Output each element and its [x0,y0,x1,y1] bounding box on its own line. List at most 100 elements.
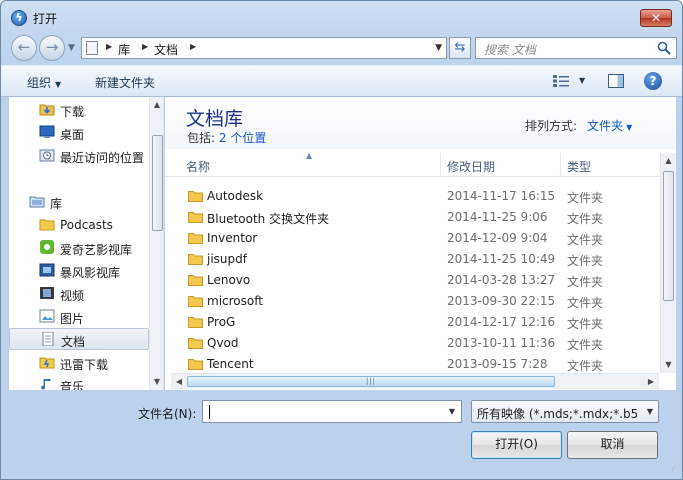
scroll-left-icon[interactable]: ◀ [171,374,187,390]
nav-label: 文档 [61,335,86,349]
folder-icon [188,359,203,370]
table-row[interactable]: Autodesk 2014-11-17 16:15 文件夹 [165,186,660,207]
horizontal-scroll-thumb[interactable]: ||| [187,376,555,387]
documents-icon [42,332,54,346]
window-title: 打开 [33,12,58,26]
scroll-up-icon[interactable]: ▲ [150,97,163,113]
breadcrumb-arrow-icon[interactable]: ▶ [190,42,196,51]
recent-locations-dropdown[interactable]: ▼ [68,43,75,53]
back-button[interactable]: ← [11,35,37,61]
scroll-right-icon[interactable]: ▶ [643,374,659,390]
column-type[interactable]: 类型 [567,158,591,175]
column-divider[interactable] [560,153,561,177]
search-icon[interactable] [657,41,671,55]
address-bar[interactable]: ▶ 库 ▶ 文档 ▶ ▼ [81,37,447,59]
nav-item-downloads[interactable]: 下载 [9,99,149,121]
file-type: 文件夹 [567,275,604,289]
file-name: Tencent [207,357,254,371]
nav-item-desktop[interactable]: 桌面 [9,122,149,144]
file-type-filter[interactable]: 所有映像 (*.mds;*.mdx;*.b5t;* ▼ [471,400,659,423]
nav-scrollbar[interactable]: ▲ ▼ [149,97,163,390]
filename-field[interactable]: ▼ [202,400,462,423]
help-icon[interactable]: ? [644,72,662,90]
table-row[interactable]: Qvod 2013-10-11 11:36 文件夹 [165,333,660,354]
arrange-by: 排列方式: 文件夹 ▼ [525,117,632,134]
table-row[interactable]: Lenovo 2014-03-28 13:27 文件夹 [165,270,660,291]
filename-history-dropdown[interactable]: ▼ [449,407,455,416]
nav-scroll-thumb[interactable] [152,135,163,231]
column-divider[interactable] [440,153,441,177]
nav-item-baofeng[interactable]: 暴风影视库 [9,260,149,282]
download-folder-icon [39,104,55,116]
table-row[interactable]: Inventor 2014-12-09 9:04 文件夹 [165,228,660,249]
breadcrumb-arrow-icon[interactable]: ▶ [106,42,112,51]
arrow-right-icon: → [45,38,59,56]
table-row[interactable]: ProG 2014-12-17 12:16 文件夹 [165,312,660,333]
file-list-scroll-thumb[interactable] [663,171,674,301]
scroll-up-icon[interactable]: ▲ [661,153,676,169]
file-date: 2014-03-28 13:27 [447,273,556,287]
view-mode-icon[interactable] [553,75,569,87]
folder-icon [188,212,203,223]
arrow-left-icon: ← [17,38,31,56]
column-modified[interactable]: 修改日期 [447,158,495,175]
includes-locations-link[interactable]: 2 个位置 [219,131,266,145]
folder-icon [188,338,203,349]
file-name: Inventor [207,231,258,245]
table-row[interactable]: microsoft 2013-09-30 22:15 文件夹 [165,291,660,312]
dialog-footer: 文件名(N): ▼ 所有映像 (*.mds;*.mdx;*.b5t;* ▼ 打开… [1,391,682,479]
table-row[interactable]: Bluetooth 交换文件夹 2014-11-25 9:06 文件夹 [165,207,660,228]
file-date: 2014-12-17 12:16 [447,315,556,329]
xunlei-icon [39,357,55,369]
file-name: Qvod [207,336,239,350]
horizontal-scrollbar[interactable]: ◀ ||| ▶ [171,373,659,389]
breadcrumb-arrow-icon[interactable]: ▶ [142,42,148,51]
close-button[interactable]: ✕ [640,9,672,27]
nav-item-videos[interactable]: 视频 [9,283,149,305]
nav-label: 桌面 [60,128,85,142]
file-type: 文件夹 [567,212,604,226]
search-placeholder: 搜索 文档 [484,43,536,57]
nav-item-music[interactable]: 音乐 [9,374,149,390]
table-row[interactable]: jisupdf 2014-11-25 10:49 文件夹 [165,249,660,270]
view-options-dropdown[interactable]: ▼ [579,76,585,85]
search-input[interactable]: 搜索 文档 [475,37,677,59]
scroll-down-icon[interactable]: ▼ [661,357,676,373]
open-button[interactable]: 打开(O) [471,431,562,459]
nav-label: 下载 [60,105,85,119]
nav-item-recent[interactable]: 最近访问的位置 [9,145,149,167]
nav-item-libraries[interactable]: 库 [9,191,149,213]
folder-icon [188,191,203,202]
file-type: 文件夹 [567,296,604,310]
resize-grip-icon[interactable]: ⋰ [669,466,679,476]
file-type: 文件夹 [567,254,604,268]
file-type: 文件夹 [567,338,604,352]
nav-item-iqiyi[interactable]: 爱奇艺影视库 [9,237,149,259]
library-includes: 包括: 2 个位置 [187,129,266,146]
nav-item-documents[interactable]: 文档 [9,328,149,350]
organize-button[interactable]: 组织 ▼ [27,74,61,91]
nav-item-xunlei[interactable]: 迅雷下载 [9,352,149,374]
arrange-by-dropdown[interactable]: 文件夹 [587,119,623,133]
breadcrumb-library[interactable]: 库 [118,41,130,58]
file-date: 2014-11-25 10:49 [447,252,556,266]
table-row[interactable]: Tencent 2013-09-15 7:28 文件夹 [165,354,660,375]
nav-item-pictures[interactable]: 图片 [9,306,149,328]
refresh-button[interactable]: ⇆ [449,37,471,59]
file-list-scrollbar[interactable]: ▲ ▼ [660,153,676,373]
video-library-icon [39,263,55,277]
column-name[interactable]: 名称 [186,158,210,175]
nav-item-podcasts[interactable]: Podcasts [9,214,149,236]
address-history-dropdown[interactable]: ▼ [435,43,442,53]
title-bar[interactable]: ϟ 打开 ✕ [1,1,682,33]
breadcrumb-documents[interactable]: 文档 [154,41,178,58]
new-folder-button[interactable]: 新建文件夹 [95,74,155,91]
forward-button[interactable]: → [39,35,65,61]
chevron-down-icon: ▼ [55,80,62,89]
address-row: ← → ▼ ▶ 库 ▶ 文档 ▶ ▼ ⇆ 搜索 文档 [9,35,677,61]
scroll-down-icon[interactable]: ▼ [150,374,163,390]
nav-label: 迅雷下载 [60,358,109,372]
preview-pane-icon[interactable] [608,74,624,88]
file-name: ProG [207,315,236,329]
cancel-button[interactable]: 取消 [567,431,658,459]
